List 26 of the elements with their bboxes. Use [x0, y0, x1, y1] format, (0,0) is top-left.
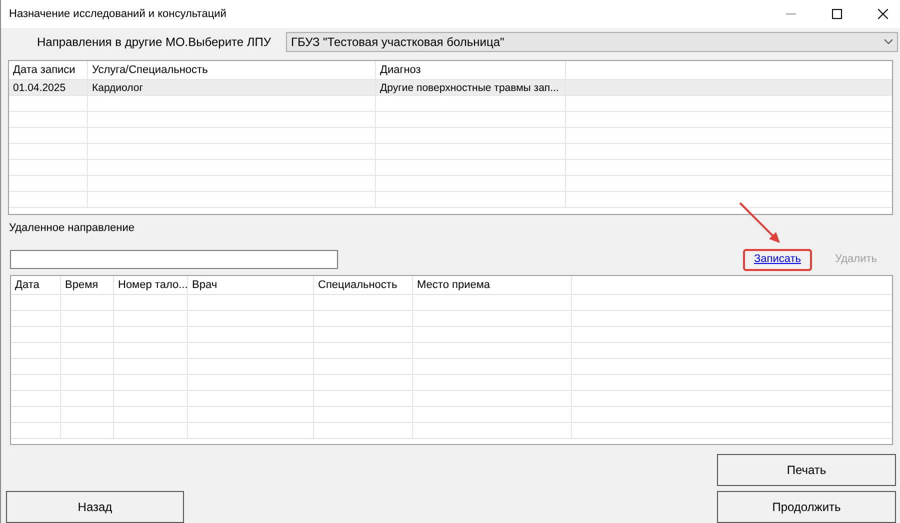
close-icon[interactable] — [878, 9, 888, 19]
column-header[interactable]: Специальность — [314, 276, 413, 294]
window-title: Назначение исследований и консультаций — [9, 6, 228, 22]
column-header[interactable]: Время — [61, 276, 114, 294]
table-cell: Кардиолог — [88, 80, 376, 95]
column-header[interactable]: Дата записи — [9, 61, 88, 79]
column-header[interactable]: Диагноз — [376, 61, 566, 79]
remote-referral-label: Удаленное направление — [9, 221, 136, 236]
table-cell: Другие поверхностные травмы зап... — [376, 80, 566, 95]
column-header[interactable]: Дата — [11, 276, 61, 294]
annotation-arrow — [737, 200, 783, 246]
table-row[interactable]: 01.04.2025 Кардиолог Другие поверхностные травмы зап... — [9, 80, 892, 96]
remote-referral-field[interactable] — [10, 250, 338, 269]
continue-button[interactable]: Продолжить — [717, 490, 896, 522]
record-link[interactable]: Записать — [742, 248, 812, 270]
maximize-icon[interactable] — [832, 9, 842, 19]
table-cell: 01.04.2025 — [9, 80, 88, 95]
column-header[interactable]: Место приема — [413, 276, 572, 294]
back-button[interactable]: Назад — [6, 490, 184, 522]
clinic-dropdown[interactable]: ГБУЗ "Тестовая участковая больница" — [286, 32, 898, 52]
clinic-label: Направления в другие МО.Выберите ЛПУ — [37, 34, 272, 51]
column-header[interactable]: Услуга/Специальность — [88, 61, 376, 79]
column-header[interactable]: Врач — [188, 276, 314, 294]
column-header[interactable]: Номер тало... — [114, 276, 188, 294]
chevron-down-icon — [884, 39, 893, 45]
print-button[interactable]: Печать — [717, 454, 896, 486]
